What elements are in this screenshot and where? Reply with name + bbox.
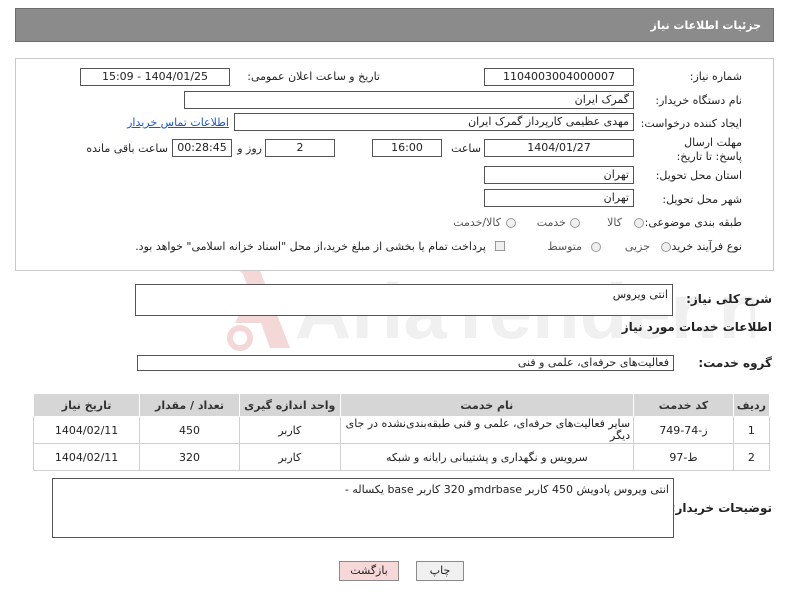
category-radio-goods[interactable] [634, 218, 644, 228]
description-label: شرح کلی نیاز: [686, 292, 772, 306]
table-row: 2 ط-97 سرویس و نگهداری و پشتیبانی رایانه… [32, 443, 771, 471]
table-header-row: ردیف کد خدمت نام خدمت واحد اندازه گیری ت… [32, 393, 771, 417]
process-radio-medium[interactable] [591, 242, 601, 252]
city-field[interactable]: تهران [484, 189, 634, 207]
service-group-label: گروه خدمت: [698, 356, 772, 370]
category-option-both: کالا/خدمت [453, 216, 501, 229]
deadline-label: مهلت ارسال پاسخ: تا تاریخ: [676, 136, 742, 163]
cell-row-number: 2 [732, 443, 771, 471]
buyer-notes-field[interactable]: انتی ویروس پادویش 450 کاربر mdrbaseو 320… [52, 478, 674, 538]
creator-label: ایجاد کننده درخواست: [640, 117, 742, 130]
cell-service-code: ز-74-749 [633, 416, 734, 444]
process-option-medium: متوسط [547, 240, 582, 253]
cell-need-date: 1404/02/11 [32, 443, 141, 471]
process-option-minor: جزیی [624, 240, 650, 253]
province-label: استان محل تحویل: [655, 169, 742, 182]
remaining-time-field[interactable]: 00:28:45 [172, 139, 232, 157]
treasury-payment-note: پرداخت تمام یا بخشی از مبلغ خرید،از محل … [135, 240, 486, 253]
description-field[interactable]: انتی ویروس [135, 284, 673, 316]
cell-quantity: 450 [139, 416, 240, 444]
category-option-goods: کالا [607, 216, 622, 229]
services-section-title: اطلاعات خدمات مورد نیاز [621, 320, 772, 334]
category-radio-both[interactable] [506, 218, 516, 228]
table-row: 1 ز-74-749 سایر فعالیت‌های حرفه‌ای، علمی… [32, 416, 771, 444]
category-radio-service[interactable] [570, 218, 580, 228]
category-option-service: خدمت [536, 216, 566, 229]
need-number-label: شماره نیاز: [689, 70, 742, 83]
column-header-unit: واحد اندازه گیری [238, 393, 341, 417]
cell-need-date: 1404/02/11 [32, 416, 141, 444]
print-button[interactable]: چاپ [416, 561, 464, 581]
treasury-payment-checkbox[interactable] [495, 241, 505, 251]
service-group-field[interactable]: فعالیت‌های حرفه‌ای، علمی و فنی [137, 355, 674, 371]
cell-service-name: سرویس و نگهداری و پشتیبانی رایانه و شبکه [339, 443, 635, 471]
need-number-field[interactable]: 1104003004000007 [484, 68, 634, 86]
cell-quantity: 320 [139, 443, 240, 471]
cell-row-number: 1 [732, 416, 771, 444]
services-table: ردیف کد خدمت نام خدمت واحد اندازه گیری ت… [32, 393, 771, 471]
process-radio-minor[interactable] [661, 242, 671, 252]
city-label: شهر محل تحویل: [662, 193, 742, 206]
announce-field[interactable]: 1404/01/25 - 15:09 [80, 68, 230, 86]
creator-field[interactable]: مهدی عظیمی کارپرداز گمرک ایران [234, 113, 634, 131]
deadline-time-label: ساعت [451, 142, 481, 155]
deadline-time-field[interactable]: 16:00 [372, 139, 442, 157]
category-label: طبقه بندی موضوعی: [644, 216, 742, 229]
cell-service-code: ط-97 [633, 443, 734, 471]
column-header-code: کد خدمت [633, 393, 734, 417]
page-title: جزئیات اطلاعات نیاز [650, 19, 762, 32]
cell-unit: کاربر [238, 416, 341, 444]
back-button[interactable]: بازگشت [339, 561, 399, 581]
deadline-date-field[interactable]: 1404/01/27 [484, 139, 634, 157]
column-header-date: تاریخ نیاز [32, 393, 141, 417]
buyer-org-field[interactable]: گمرک ایران [184, 91, 634, 109]
cell-service-name: سایر فعالیت‌های حرفه‌ای، علمی و فنی طبقه… [339, 416, 635, 444]
province-field[interactable]: تهران [484, 166, 634, 184]
buyer-notes-label: توضیحات خریدار: [670, 501, 772, 515]
column-header-row: ردیف [732, 393, 771, 417]
column-header-name: نام خدمت [339, 393, 635, 417]
announce-label: تاریخ و ساعت اعلان عمومی: [247, 70, 380, 83]
page-header: جزئیات اطلاعات نیاز [15, 8, 774, 42]
days-label: روز و [237, 142, 262, 155]
buyer-org-label: نام دستگاه خریدار: [655, 94, 742, 107]
cell-unit: کاربر [238, 443, 341, 471]
days-field[interactable]: 2 [265, 139, 335, 157]
buyer-contact-link[interactable]: اطلاعات تماس خریدار [127, 116, 229, 129]
remaining-label: ساعت باقی مانده [86, 142, 168, 155]
process-label: نوع فرآیند خرید : [664, 240, 742, 253]
column-header-quantity: تعداد / مقدار [139, 393, 240, 417]
